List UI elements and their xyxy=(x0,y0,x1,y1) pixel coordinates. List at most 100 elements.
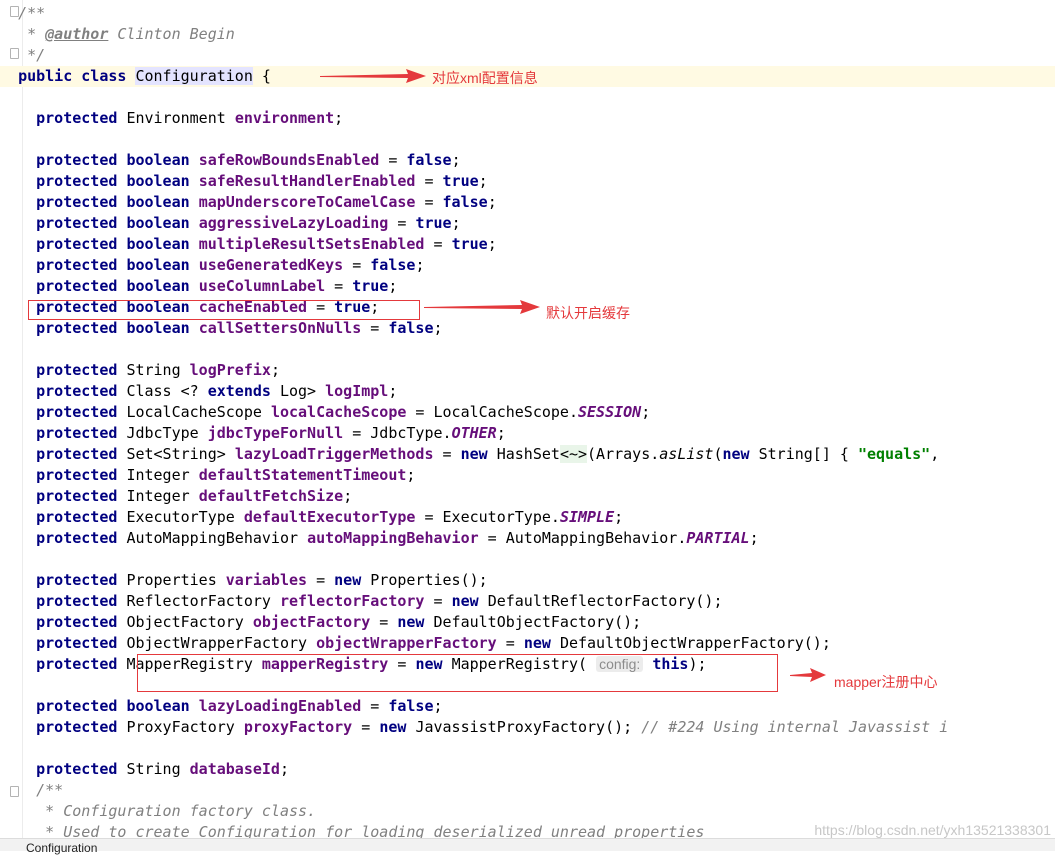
code-token: variables xyxy=(225,571,308,589)
code-line: protected String databaseId; xyxy=(0,759,1055,780)
code-token: asList xyxy=(659,445,714,463)
code-token: @author xyxy=(45,25,109,43)
code-line: protected ReflectorFactory reflectorFact… xyxy=(0,591,1055,612)
code-token: protected xyxy=(36,697,118,715)
code-token: ; xyxy=(641,403,651,421)
code-token: = xyxy=(478,529,506,547)
code-token: * xyxy=(18,25,46,43)
code-token: Class <? xyxy=(126,382,208,400)
code-token: = xyxy=(415,172,443,190)
code-token: ; xyxy=(343,487,353,505)
code-token: safeResultHandlerEnabled xyxy=(198,172,416,190)
code-token: ; xyxy=(451,214,461,232)
code-token: protected xyxy=(36,487,118,505)
code-token: , xyxy=(930,445,940,463)
code-token: ObjectWrapperFactory xyxy=(126,634,308,652)
code-line: protected JdbcType jdbcTypeForNull = Jdb… xyxy=(0,423,1055,444)
code-token: protected xyxy=(36,256,118,274)
code-line: * Configuration factory class. xyxy=(0,801,1055,822)
code-token: "equals" xyxy=(857,445,931,463)
code-token: ExecutorType. xyxy=(442,508,560,526)
code-token: defaultExecutorType xyxy=(243,508,416,526)
code-token: protected xyxy=(36,151,118,169)
breadcrumb[interactable]: Configuration xyxy=(26,839,97,857)
watermark: https://blog.csdn.net/yxh13521338301 xyxy=(814,822,1051,838)
code-token: Integer xyxy=(126,487,190,505)
code-token: boolean xyxy=(126,172,190,190)
code-line: protected boolean aggressiveLazyLoading … xyxy=(0,213,1055,234)
code-token: true xyxy=(415,214,452,232)
code-token: = xyxy=(370,613,398,631)
code-token: callSettersOnNulls xyxy=(198,319,362,337)
code-line: protected boolean mapUnderscoreToCamelCa… xyxy=(0,192,1055,213)
code-token: ; xyxy=(451,151,461,169)
code-token: boolean xyxy=(126,319,190,337)
code-token: = xyxy=(424,235,452,253)
annotation-arrow-icon xyxy=(790,668,826,682)
code-token: boolean xyxy=(126,256,190,274)
code-token: aggressiveLazyLoading xyxy=(198,214,389,232)
class-name[interactable]: Configuration xyxy=(135,67,253,85)
code-token: lazyLoadTriggerMethods xyxy=(234,445,434,463)
code-token: JavassistProxyFactory(); xyxy=(415,718,633,736)
code-token: ; xyxy=(433,319,443,337)
code-line: protected ObjectFactory objectFactory = … xyxy=(0,612,1055,633)
code-token: protected xyxy=(36,718,118,736)
code-line: protected ProxyFactory proxyFactory = ne… xyxy=(0,717,1055,738)
code-token: true xyxy=(451,235,488,253)
code-token: JdbcType xyxy=(126,424,199,442)
code-token: Environment xyxy=(126,109,226,127)
code-token: Properties xyxy=(126,571,217,589)
code-token: SIMPLE xyxy=(559,508,615,526)
code-token: ; xyxy=(279,760,289,778)
code-token: multipleResultSetsEnabled xyxy=(198,235,425,253)
code-token: ; xyxy=(749,529,759,547)
code-line: protected ExecutorType defaultExecutorTy… xyxy=(0,507,1055,528)
code-token: /** xyxy=(18,4,46,22)
code-token: boolean xyxy=(126,193,190,211)
code-token: <~> xyxy=(559,445,588,463)
code-token: DefaultReflectorFactory(); xyxy=(487,592,723,610)
code-token: = xyxy=(307,571,335,589)
code-token: objectFactory xyxy=(252,613,371,631)
code-token: SESSION xyxy=(578,403,642,421)
code-token: = xyxy=(496,634,524,652)
code-token: AutoMappingBehavior. xyxy=(505,529,687,547)
code-token: AutoMappingBehavior xyxy=(126,529,299,547)
code-token: protected xyxy=(36,508,118,526)
code-token: protected xyxy=(36,613,118,631)
code-token: jdbcTypeForNull xyxy=(207,424,344,442)
code-token: databaseId xyxy=(189,760,280,778)
code-token: OTHER xyxy=(451,424,497,442)
code-token: public class xyxy=(18,67,127,85)
code-token: defaultFetchSize xyxy=(198,487,344,505)
code-token: */ xyxy=(18,46,46,64)
code-token: ; xyxy=(406,466,416,484)
code-token: autoMappingBehavior xyxy=(307,529,479,547)
highlight-box-cache-enabled xyxy=(28,300,420,320)
